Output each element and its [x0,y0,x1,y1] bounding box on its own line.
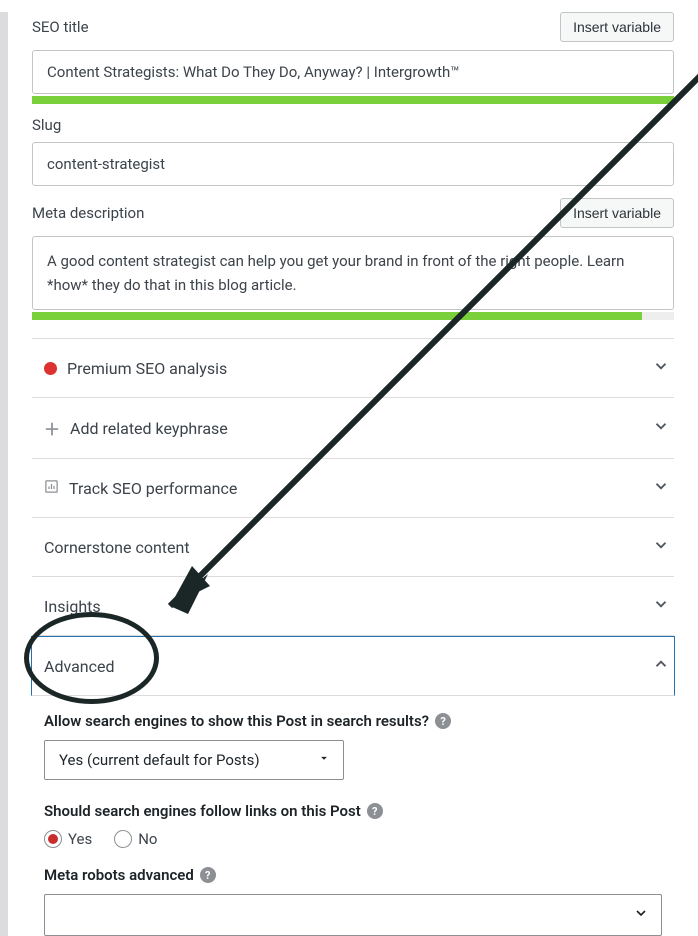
caret-down-icon [317,751,331,769]
follow-links-label: Should search engines follow links on th… [44,802,361,820]
meta-description-progress [32,312,674,320]
plus-icon: ＋ [44,416,60,440]
help-icon[interactable]: ? [200,867,216,883]
seo-title-input[interactable]: Content Strategists: What Do They Do, An… [32,50,674,94]
meta-description-label: Meta description [32,204,144,222]
insert-variable-seo-title-button[interactable]: Insert variable [560,12,674,42]
slug-input[interactable]: content-strategist [32,142,674,186]
allow-search-engines-select[interactable]: Yes (current default for Posts) [44,740,344,780]
follow-links-no-radio[interactable]: No [114,830,157,848]
radio-icon [44,830,62,848]
panel-advanced[interactable]: Advanced [31,636,675,696]
meta-robots-advanced-select[interactable] [44,894,662,936]
meta-description-input[interactable]: A good content strategist can help you g… [32,236,674,310]
panel-insights-label: Insights [44,597,101,616]
chevron-down-icon [652,595,670,617]
allow-search-engines-selected: Yes (current default for Posts) [59,751,260,769]
seo-title-label: SEO title [32,18,89,36]
help-icon[interactable]: ? [367,803,383,819]
panel-add-related-keyphrase[interactable]: ＋ Add related keyphrase [32,398,674,459]
panel-insights[interactable]: Insights [32,577,674,636]
panel-cornerstone-content-label: Cornerstone content [44,538,190,557]
chevron-down-icon [652,357,670,379]
status-dot-icon [44,362,57,375]
panel-track-seo-performance[interactable]: Track SEO performance [32,459,674,518]
chevron-down-icon [652,536,670,558]
allow-search-engines-label: Allow search engines to show this Post i… [44,712,429,730]
panel-add-related-keyphrase-label: Add related keyphrase [70,419,228,438]
panel-track-seo-performance-label: Track SEO performance [69,479,237,498]
follow-links-yes-label: Yes [68,830,92,848]
help-icon[interactable]: ? [435,713,451,729]
panel-premium-seo-label: Premium SEO analysis [67,359,227,378]
chevron-up-icon [652,655,670,677]
panel-advanced-label: Advanced [44,657,115,676]
panel-cornerstone-content[interactable]: Cornerstone content [32,518,674,577]
chevron-down-icon [652,477,670,499]
caret-down-icon [633,905,649,925]
follow-links-yes-radio[interactable]: Yes [44,830,92,848]
radio-icon [114,830,132,848]
chart-icon [44,479,59,498]
follow-links-no-label: No [138,830,157,848]
meta-robots-advanced-label: Meta robots advanced [44,866,194,884]
panel-premium-seo[interactable]: Premium SEO analysis [32,339,674,398]
insert-variable-meta-desc-button[interactable]: Insert variable [560,198,674,228]
seo-title-progress [32,96,674,104]
chevron-down-icon [652,417,670,439]
slug-label: Slug [32,116,61,134]
